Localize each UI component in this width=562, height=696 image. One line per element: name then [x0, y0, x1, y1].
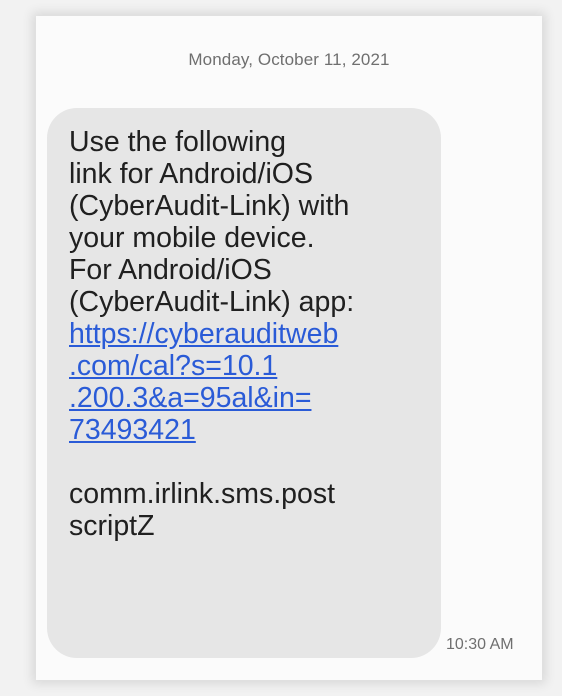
message-bubble[interactable]: Use the following link for Android/iOS (… [47, 108, 441, 658]
message-link-line[interactable]: .com/cal?s=10.1 [69, 350, 431, 382]
message-link[interactable]: https://cyberauditweb .com/cal?s=10.1 .2… [69, 318, 431, 446]
message-text-line: comm.irlink.sms.post [69, 478, 336, 510]
message-text-line: scriptZ [69, 510, 155, 542]
message-text-line: (CyberAudit-Link) app: [69, 286, 355, 318]
message-link-line[interactable]: 73493421 [69, 414, 431, 446]
message-text-line: For Android/iOS [69, 254, 272, 286]
message-link-line[interactable]: .200.3&a=95al&in= [69, 382, 431, 414]
message-text-line: link for Android/iOS [69, 158, 313, 190]
message-text-line: your mobile device. [69, 222, 315, 254]
sms-screen: Monday, October 11, 2021 Use the followi… [0, 0, 562, 696]
message-link-line[interactable]: https://cyberauditweb [69, 318, 431, 350]
message-text-line: (CyberAudit-Link) with [69, 190, 350, 222]
message-thread[interactable]: Monday, October 11, 2021 Use the followi… [36, 16, 542, 680]
message-timestamp: 10:30 AM [446, 636, 514, 653]
date-header: Monday, October 11, 2021 [188, 50, 390, 69]
message-text-line: Use the following [69, 126, 287, 158]
